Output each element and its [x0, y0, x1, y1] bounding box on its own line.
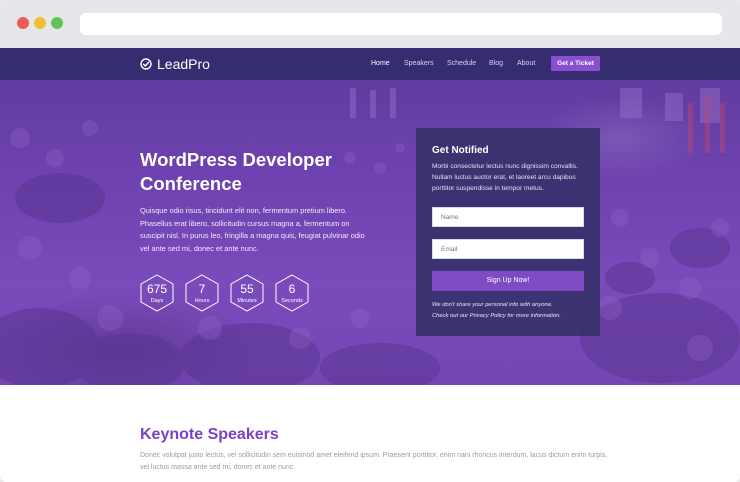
privacy-note-line-1: We don't share your personal info with a… — [432, 302, 553, 308]
check-circle-icon — [140, 58, 152, 70]
notify-title: Get Notified — [432, 145, 489, 156]
keynote-speakers-description: Donec volutpat justo lectus, vel sollici… — [140, 452, 608, 471]
logo-text: LeadPro — [157, 56, 210, 72]
countdown-days-value: 675 — [146, 282, 168, 296]
email-input[interactable] — [432, 239, 584, 259]
nav-link-speakers[interactable]: Speakers — [404, 60, 434, 67]
audience-background-image — [0, 88, 740, 385]
notify-description: Morbi consectetur lectus nunc dignissim … — [432, 163, 578, 192]
get-notified-panel: Get Notified Morbi consectetur lectus nu… — [416, 128, 600, 336]
hero-description: Quisque odio risus, tincidunt elit non, … — [140, 206, 365, 253]
site-logo[interactable]: LeadPro — [140, 56, 210, 72]
hero-title: WordPress Developer Conference — [140, 148, 380, 196]
countdown-days: 675 Days — [140, 274, 174, 312]
nav-link-blog[interactable]: Blog — [489, 60, 503, 67]
keynote-speakers-heading: Keynote Speakers — [140, 426, 279, 443]
maximize-window-button[interactable] — [51, 17, 63, 29]
hero-title-line-2: Conference — [140, 173, 242, 194]
page-viewport: LeadPro Home Speakers Schedule Blog Abou… — [0, 48, 740, 482]
sign-up-button[interactable]: Sign Up Now! — [432, 271, 584, 291]
nav-link-about[interactable]: About — [517, 60, 535, 67]
countdown-hours-label: Hours — [194, 298, 210, 304]
nav-link-home[interactable]: Home — [371, 60, 390, 67]
address-bar[interactable] — [80, 13, 722, 35]
countdown-seconds-value: 6 — [288, 282, 296, 296]
hero-section: LeadPro Home Speakers Schedule Blog Abou… — [0, 48, 740, 385]
countdown-hours: 7 Hours — [185, 274, 219, 312]
get-ticket-button[interactable]: Get a Ticket — [551, 56, 600, 71]
nav-link-schedule[interactable]: Schedule — [447, 60, 476, 67]
browser-chrome — [0, 0, 740, 48]
countdown-minutes-label: Minutes — [237, 298, 257, 304]
hero-title-line-1: WordPress Developer — [140, 149, 332, 170]
privacy-note: We don't share your personal info with a… — [432, 300, 592, 321]
countdown-minutes: 55 Minutes — [230, 274, 264, 312]
countdown-seconds: 6 Seconds — [275, 274, 309, 312]
name-input[interactable] — [432, 207, 584, 227]
privacy-note-line-2: Check out our Privacy Policy for more in… — [432, 312, 561, 319]
top-navbar: LeadPro Home Speakers Schedule Blog Abou… — [0, 48, 740, 80]
countdown-seconds-label: Seconds — [281, 298, 303, 304]
countdown-hours-value: 7 — [198, 282, 206, 296]
countdown-minutes-value: 55 — [240, 282, 254, 296]
countdown-days-label: Days — [150, 298, 164, 304]
browser-window: LeadPro Home Speakers Schedule Blog Abou… — [0, 0, 740, 482]
minimize-window-button[interactable] — [34, 17, 46, 29]
close-window-button[interactable] — [17, 17, 29, 29]
